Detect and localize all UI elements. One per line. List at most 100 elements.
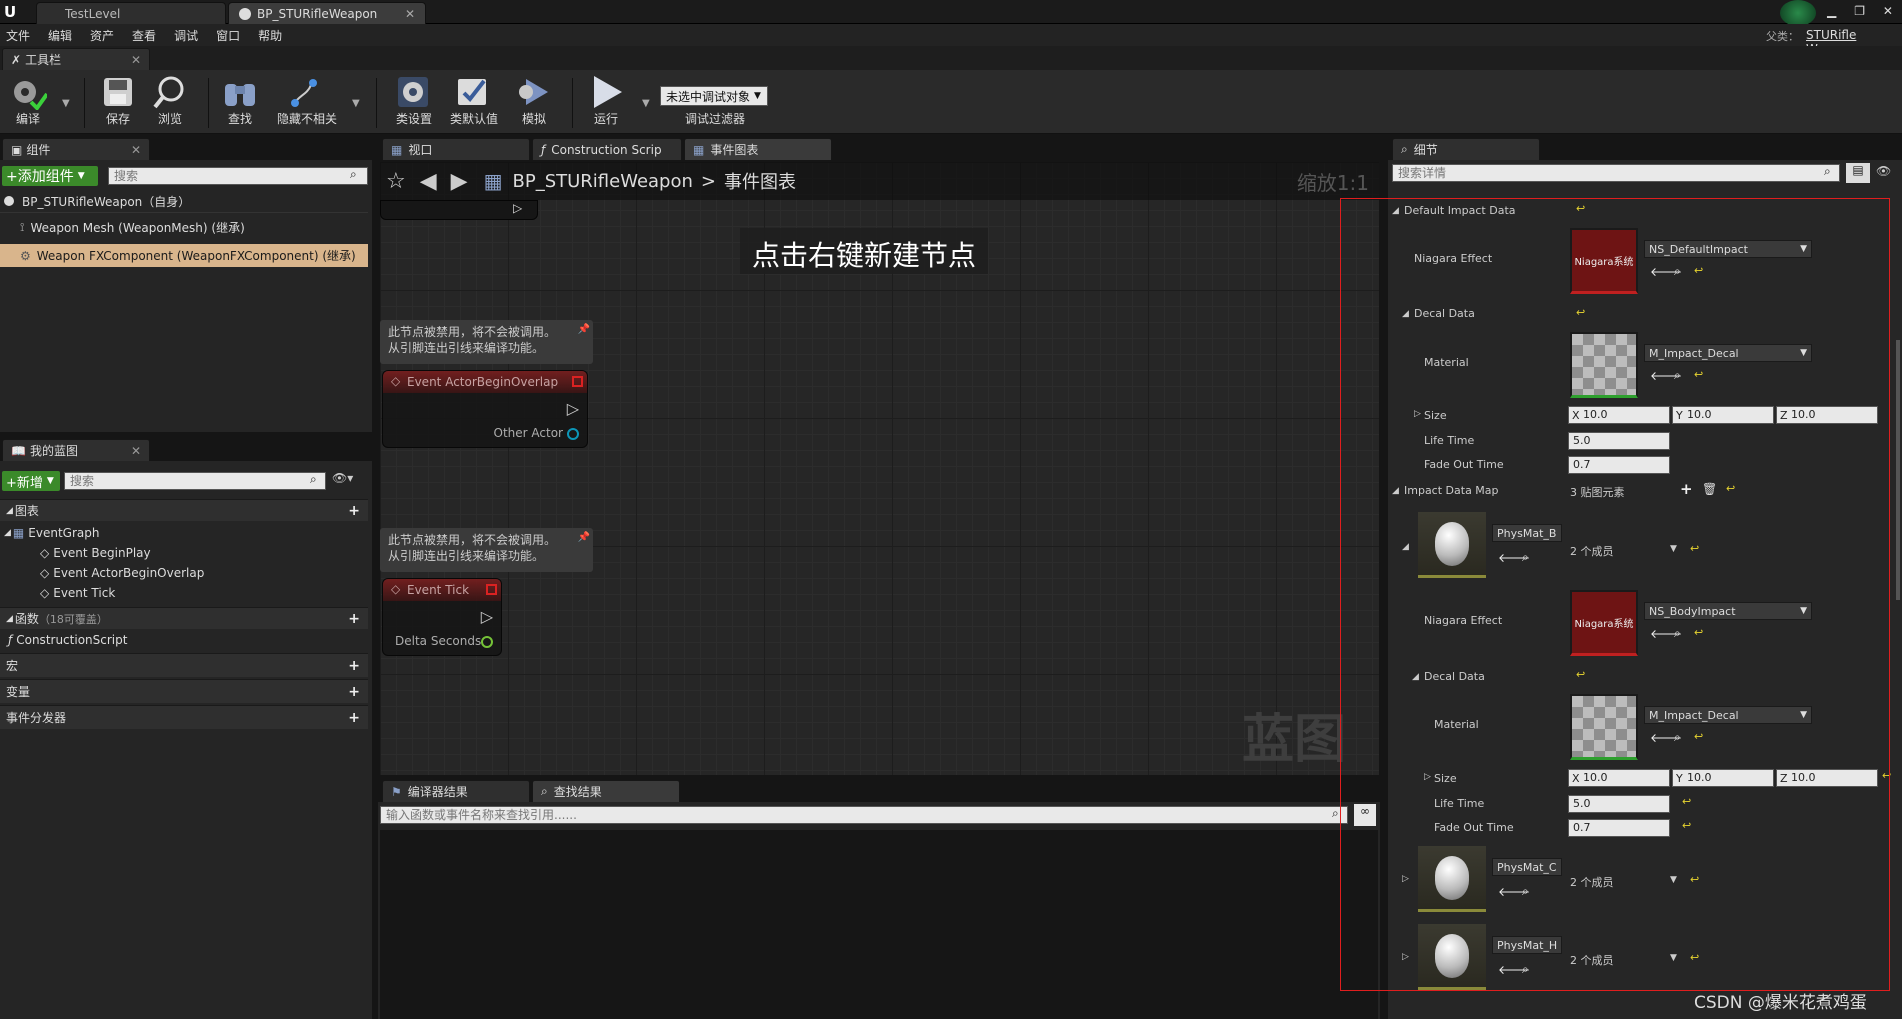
component-item-weapon-fx[interactable]: ⚙ Weapon FXComponent (WeaponFXComponent)… [0, 244, 368, 267]
find-button[interactable]: 查找 [212, 74, 268, 132]
hide-options-chevron-down-icon[interactable]: ▼ [352, 98, 360, 109]
node-event-actorbeginoverlap[interactable]: ◇ Event ActorBeginOverlap ▷ Other Actor [382, 370, 588, 448]
add-dispatcher-plus-icon[interactable]: + [348, 710, 360, 726]
browse-button[interactable]: 浏览 [142, 74, 198, 132]
menu-file[interactable]: 文件 [6, 27, 30, 44]
close-window-icon[interactable]: ✕ [1883, 4, 1893, 18]
chevron-down-icon: ▼ [77, 171, 85, 181]
dispatchers-label: 事件分发器 [6, 711, 67, 725]
compile-button[interactable]: 编译 [0, 74, 56, 132]
variables-section[interactable]: 变量 + [0, 679, 368, 703]
tab-testlevel[interactable]: TestLevel [36, 2, 226, 24]
favorite-star-icon[interactable]: ☆ [386, 169, 406, 194]
component-item-self[interactable]: BP_STURifleWeapon（自身） [0, 190, 368, 213]
run-button[interactable]: 运行 [578, 74, 634, 132]
event-item-actorbeginoverlap[interactable]: ◇ Event ActorBeginOverlap [20, 563, 204, 583]
tab-viewport[interactable]: ▦ 视口 [382, 138, 530, 160]
debug-object-select[interactable]: 未选中调试对象 ▼ [660, 86, 768, 106]
partial-node[interactable]: ▷ [380, 200, 538, 220]
highlight-rectangle [1340, 198, 1890, 991]
hide-unrelated-button[interactable]: 隐藏不相关 [272, 74, 342, 132]
construction-script-item[interactable]: ƒ ConstructionScript [0, 630, 127, 650]
tab-event-graph[interactable]: ▦ 事件图表 [684, 138, 832, 160]
pin-label: Delta Seconds [395, 634, 482, 648]
menu-debug[interactable]: 调试 [174, 27, 198, 44]
delegate-pin-icon[interactable] [486, 584, 497, 595]
class-defaults-label: 类默认值 [449, 112, 498, 126]
tab-construction-script[interactable]: ƒ Construction Scrip [532, 138, 682, 160]
tab-compiler-results[interactable]: ⚑ 编译器结果 [382, 780, 530, 802]
toolbar-tab[interactable]: ✗ 工具栏 ✕ [2, 48, 150, 70]
toolbar: 编译 ▼ 保存 浏览 查找 隐藏不相关 ▼ 类设置 类默认值 模拟 运行 ▼ 未… [0, 70, 1902, 134]
exec-pin-icon[interactable]: ▷ [513, 201, 522, 215]
close-icon[interactable]: ✕ [405, 7, 415, 21]
details-tab-label: 细节 [1413, 143, 1438, 157]
event-graph-canvas[interactable]: ☆ ◀ ▶ ▦ BP_STURifleWeapon > 事件图表 缩放1:1 ▷… [380, 162, 1379, 775]
components-icon: ▣ [11, 142, 23, 157]
close-icon[interactable]: ✕ [131, 53, 141, 67]
float-pin-icon[interactable] [481, 636, 493, 648]
tab-bp-sturifleweapon[interactable]: BP_STURifleWeapon ✕ [228, 2, 426, 24]
restore-icon[interactable]: ❐ [1854, 4, 1865, 18]
toolbar-divider [572, 78, 573, 128]
find-results-search-input[interactable]: 输入函数或事件名称来查找引用...... [380, 806, 1348, 824]
toolbar-divider [84, 78, 85, 128]
menu-asset[interactable]: 资产 [90, 27, 114, 44]
graphs-section[interactable]: ◢ 图表 + [0, 499, 368, 521]
compile-options-chevron-down-icon[interactable]: ▼ [62, 98, 70, 109]
close-icon[interactable]: ✕ [131, 444, 141, 458]
event-graph-item[interactable]: ◢ ▦ EventGraph [0, 523, 99, 543]
exec-pin-icon[interactable]: ▷ [481, 607, 493, 626]
visibility-eye-icon[interactable]: 👁▾ [332, 471, 353, 485]
add-variable-plus-icon[interactable]: + [348, 684, 360, 700]
minimize-icon[interactable]: ▁ [1827, 4, 1836, 18]
visibility-eye-icon[interactable]: 👁 [1876, 164, 1891, 178]
pin-icon[interactable]: 📌 [578, 530, 590, 546]
tab-components[interactable]: ▣ 组件 ✕ [2, 138, 150, 160]
variables-label: 变量 [6, 685, 31, 699]
menu-window[interactable]: 窗口 [216, 27, 240, 44]
add-component-button[interactable]: +添加组件 ▼ [2, 166, 98, 186]
node-event-tick[interactable]: ◇ Event Tick ▷ Delta Seconds [382, 578, 502, 656]
details-search-input[interactable]: 搜索详情 [1392, 164, 1840, 182]
dispatchers-section[interactable]: 事件分发器 + [0, 705, 368, 729]
macros-section[interactable]: 宏 + [0, 653, 368, 677]
my-blueprint-search-input[interactable]: 搜索 [64, 472, 326, 490]
forward-arrow-icon[interactable]: ▶ [451, 169, 468, 194]
menu-edit[interactable]: 编辑 [48, 27, 72, 44]
menu-help[interactable]: 帮助 [258, 27, 282, 44]
toolbar-tab-label: 工具栏 [25, 53, 62, 67]
object-pin-icon[interactable] [567, 428, 579, 440]
add-function-plus-icon[interactable]: + [348, 611, 360, 627]
component-item-weapon-mesh[interactable]: ⟟ Weapon Mesh (WeaponMesh) (继承) [0, 216, 368, 239]
components-search-input[interactable]: 搜索 [108, 167, 368, 185]
class-settings-button[interactable]: 类设置 [386, 74, 442, 132]
source-control-icon[interactable] [1780, 0, 1816, 26]
back-arrow-icon[interactable]: ◀ [420, 169, 437, 194]
add-graph-plus-icon[interactable]: + [348, 503, 360, 519]
tab-my-blueprint[interactable]: 📖 我的蓝图 ✕ [2, 439, 150, 461]
details-scrollbar[interactable] [1896, 340, 1900, 600]
simulate-button[interactable]: 模拟 [506, 74, 562, 132]
macros-label: 宏 [6, 659, 19, 673]
class-defaults-button[interactable]: 类默认值 [446, 74, 502, 132]
new-button[interactable]: +新增 ▼ [2, 471, 60, 491]
save-button[interactable]: 保存 [90, 74, 146, 132]
functions-section[interactable]: ◢ 函数 （18可覆盖） + [0, 607, 368, 629]
delegate-pin-icon[interactable] [572, 376, 583, 387]
run-options-chevron-down-icon[interactable]: ▼ [642, 98, 650, 109]
tab-find-results[interactable]: ⌕ 查找结果 [532, 780, 680, 802]
event-item-beginplay[interactable]: ◇ Event BeginPlay [20, 543, 151, 563]
exec-pin-icon[interactable]: ▷ [567, 399, 579, 418]
event-item-tick[interactable]: ◇ Event Tick [20, 583, 115, 603]
disabled-node-comment: 此节点被禁用，将不会被调用。 从引脚连出引线来编译功能。 📌 [380, 528, 593, 572]
breadcrumb-root[interactable]: BP_STURifleWeapon [512, 171, 692, 192]
property-matrix-icon[interactable]: ▤ [1846, 163, 1870, 183]
close-icon[interactable]: ✕ [131, 143, 141, 157]
tab-details[interactable]: ⌕ 细节 [1392, 138, 1540, 160]
pin-icon[interactable]: 📌 [578, 322, 590, 338]
component-gear-icon: ⚙ [20, 248, 31, 263]
add-macro-plus-icon[interactable]: + [348, 658, 360, 674]
chevron-down-icon: ▼ [46, 476, 54, 486]
menu-view[interactable]: 查看 [132, 27, 156, 44]
